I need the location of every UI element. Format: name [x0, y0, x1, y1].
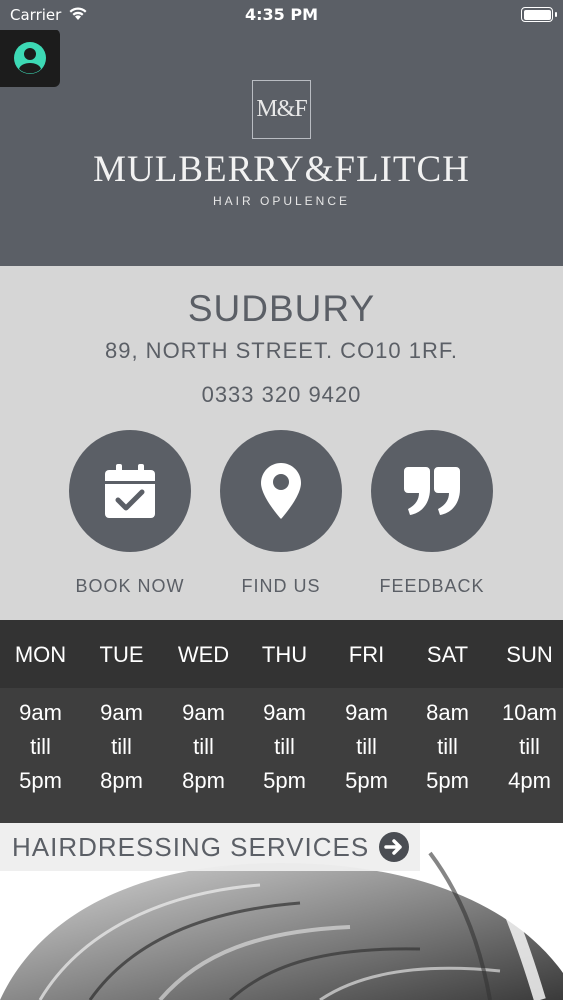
calendar-check-icon: [105, 464, 155, 518]
day-name: SUN: [506, 642, 553, 667]
hairdressing-services-link[interactable]: HAIRDRESSING SERVICES: [0, 823, 420, 871]
day-name: MON: [14, 642, 67, 667]
open-time: 9am: [263, 700, 306, 725]
header: M&F MULBERRY&FLITCH HAIR OPULENCE: [0, 0, 563, 266]
close-time: 8pm: [182, 768, 225, 793]
brand-tagline: HAIR OPULENCE: [212, 194, 351, 208]
location-section: SUDBURY 89, NORTH STREET. CO10 1RF. 0333…: [0, 266, 563, 620]
day-hours: 9am till 8pm: [81, 696, 162, 798]
till-label: till: [111, 734, 132, 759]
open-time: 9am: [19, 700, 62, 725]
day-hours: 9am till 5pm: [326, 696, 407, 798]
profile-button[interactable]: [0, 29, 60, 87]
day-hours: 10am till 4pm: [489, 696, 563, 798]
arrow-right-circle-icon: [379, 832, 410, 862]
open-time: 9am: [100, 700, 143, 725]
day-name: THU: [261, 642, 308, 667]
day-name: FRI: [348, 642, 385, 667]
open-time: 10am: [501, 700, 558, 725]
services-label: HAIRDRESSING SERVICES: [12, 831, 370, 862]
opening-hours: MON TUE WED THU FRI SAT SUN 9am till 5pm…: [0, 620, 563, 823]
till-label: till: [274, 734, 295, 759]
location-phone[interactable]: 0333 320 9420: [0, 382, 563, 408]
user-icon: [14, 42, 46, 74]
till-label: till: [356, 734, 377, 759]
close-time: 5pm: [345, 768, 388, 793]
location-city: SUDBURY: [187, 288, 376, 329]
close-time: 8pm: [100, 768, 143, 793]
day-name: SAT: [426, 642, 469, 667]
day-hours: 9am till 5pm: [0, 696, 81, 798]
book-now-label: BOOK NOW: [75, 576, 185, 596]
location-address: 89, NORTH STREET. CO10 1RF.: [104, 338, 458, 363]
feedback-button[interactable]: FEEDBACK: [357, 430, 507, 597]
book-now-button[interactable]: BOOK NOW: [55, 430, 205, 597]
find-us-label: FIND US: [241, 576, 321, 596]
brand-monogram: M&F: [252, 80, 311, 139]
services-banner[interactable]: HAIRDRESSING SERVICES: [0, 823, 563, 1000]
till-label: till: [519, 734, 540, 759]
day-hours: 8am till 5pm: [407, 696, 488, 798]
clock: 4:35 PM: [244, 5, 318, 24]
day-name: TUE: [99, 642, 144, 667]
quote-icon: [404, 467, 460, 515]
day-hours: 9am till 5pm: [244, 696, 325, 798]
close-time: 5pm: [426, 768, 469, 793]
close-time: 5pm: [19, 768, 62, 793]
open-time: 9am: [182, 700, 225, 725]
feedback-label: FEEDBACK: [379, 576, 485, 596]
open-time: 8am: [426, 700, 469, 725]
till-label: till: [437, 734, 458, 759]
open-time: 9am: [345, 700, 388, 725]
close-time: 5pm: [263, 768, 306, 793]
close-time: 4pm: [508, 768, 551, 793]
battery-icon: [521, 7, 557, 22]
find-us-button[interactable]: FIND US: [206, 430, 356, 597]
day-hours: 9am till 8pm: [163, 696, 244, 798]
status-bar: Carrier 4:35 PM: [0, 0, 563, 30]
brand-name: MULBERRY&FLITCH: [93, 149, 470, 190]
till-label: till: [30, 734, 51, 759]
map-pin-icon: [261, 463, 301, 519]
till-label: till: [193, 734, 214, 759]
day-name: WED: [177, 642, 230, 667]
